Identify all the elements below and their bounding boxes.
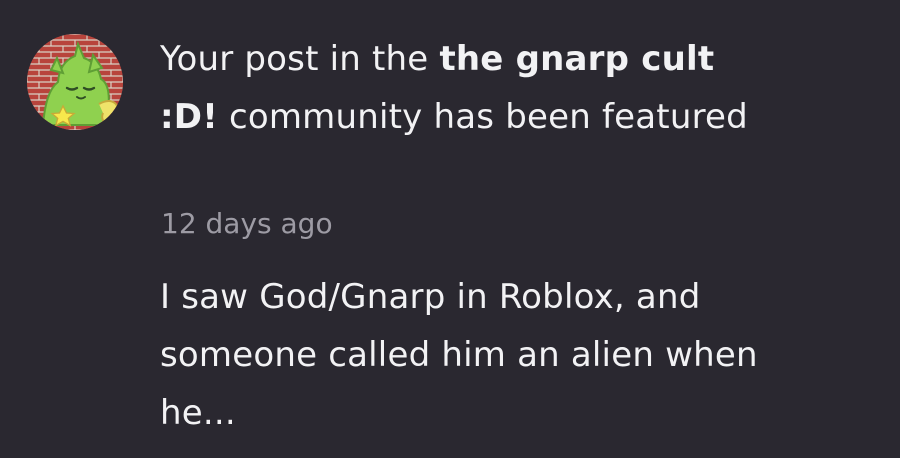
title-prefix: Your post in the — [160, 39, 440, 79]
post-preview[interactable]: I saw God/Gnarp in Roblox, and someone c… — [160, 268, 840, 442]
community-avatar[interactable] — [27, 34, 123, 130]
green-cat-avatar-icon — [27, 34, 123, 130]
notification-title[interactable]: Your post in the the gnarp cult :D! comm… — [160, 30, 760, 146]
title-suffix: community has been featured — [217, 97, 748, 137]
featured-post-notification[interactable]: Your post in the the gnarp cult :D! comm… — [0, 0, 900, 458]
notification-timestamp: 12 days ago — [161, 207, 333, 240]
